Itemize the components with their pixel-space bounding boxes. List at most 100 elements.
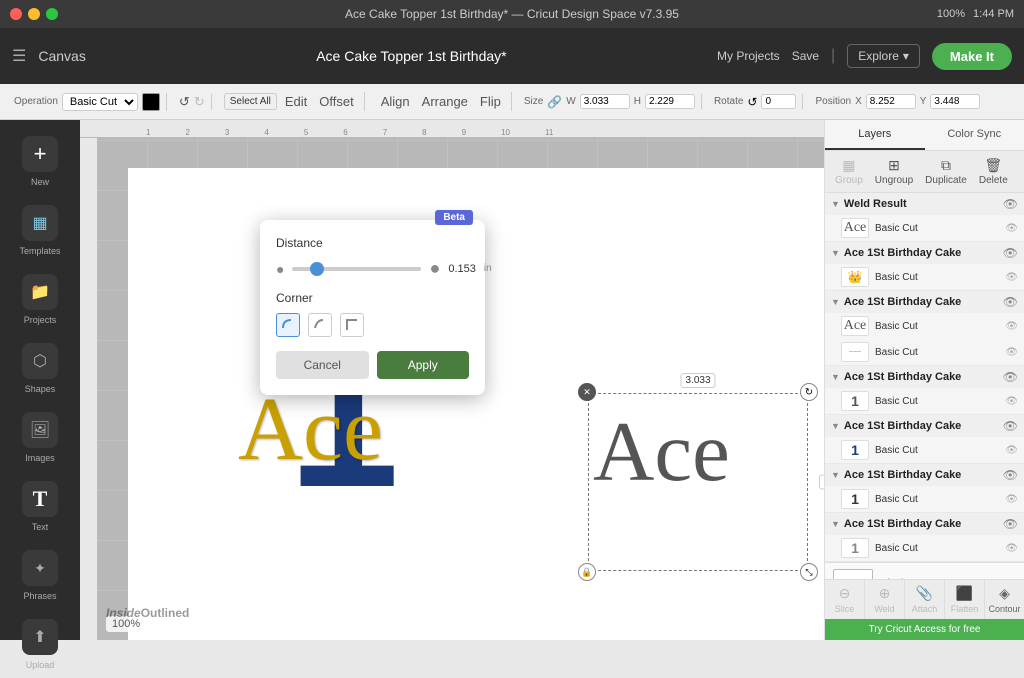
apply-button[interactable]: Apply [377, 351, 470, 379]
item-visibility-icon[interactable]: 👁 [1005, 347, 1018, 358]
dock-item-projects[interactable]: 📁 Projects [5, 266, 75, 333]
item-visibility-icon[interactable]: 👁 [1005, 543, 1018, 554]
handle-scale[interactable]: ⤡ [800, 563, 818, 581]
canvas-nav-label[interactable]: Canvas [38, 48, 85, 64]
layer-group-header-weld[interactable]: ▼ Weld Result 👁 [825, 193, 1024, 215]
y-input[interactable] [930, 94, 980, 109]
dock-item-new[interactable]: + New [5, 128, 75, 195]
layer-item[interactable]: 👑 Basic Cut 👁 [825, 264, 1024, 290]
undo-icon[interactable]: ↺ [179, 94, 190, 110]
group-button[interactable]: ▦ Group [831, 155, 867, 188]
layer-item[interactable]: Ace Basic Cut 👁 [825, 215, 1024, 241]
hamburger-menu[interactable]: ☰ [12, 46, 26, 66]
corner-round-button[interactable] [276, 313, 300, 337]
large-circle-icon: ● [429, 258, 440, 279]
item-visibility-icon[interactable]: 👁 [1005, 223, 1018, 234]
dock-item-shapes[interactable]: ⬡ Shapes [5, 335, 75, 402]
layer-item-label: Basic Cut [875, 543, 999, 554]
operation-color-swatch[interactable] [142, 93, 160, 111]
handle-delete[interactable]: ✕ [578, 383, 596, 401]
dock-label-upload: Upload [26, 660, 55, 670]
my-projects-button[interactable]: My Projects [717, 49, 780, 63]
toolbar-right: My Projects Save | Explore ▾ Make It [717, 43, 1012, 70]
layer-item[interactable]: 1 Basic Cut 👁 [825, 388, 1024, 414]
height-input[interactable] [645, 94, 695, 109]
width-input[interactable] [580, 94, 630, 109]
dock-item-text[interactable]: T Text [5, 473, 75, 540]
group-icon: ▦ [842, 157, 855, 174]
layer-item[interactable]: 1 Basic Cut 👁 [825, 486, 1024, 512]
visibility-icon-2[interactable]: 👁 [1003, 246, 1018, 260]
layer-group-header-6[interactable]: ▼ Ace 1St Birthday Cake 👁 [825, 464, 1024, 486]
layer-group-header-3[interactable]: ▼ Ace 1St Birthday Cake 👁 [825, 291, 1024, 313]
lock-proportions-icon[interactable]: 🔗 [547, 95, 562, 109]
item-visibility-icon[interactable]: 👁 [1005, 494, 1018, 505]
corner-straight-button[interactable] [340, 313, 364, 337]
attach-tool[interactable]: 📎 Attach [905, 580, 945, 619]
select-all-button[interactable]: Select All [224, 93, 277, 110]
layer-item[interactable]: 1 Basic Cut 👁 [825, 437, 1024, 463]
rotate-input[interactable] [761, 94, 796, 109]
visibility-icon-6[interactable]: 👁 [1003, 468, 1018, 482]
dock-item-templates[interactable]: ▦ Templates [5, 197, 75, 264]
canvas-area[interactable]: 12 34 56 78 910 11 1 Ace [80, 120, 824, 640]
slice-tool[interactable]: ⊖ Slice [825, 580, 865, 619]
visibility-icon-4[interactable]: 👁 [1003, 370, 1018, 384]
item-visibility-icon[interactable]: 👁 [1005, 396, 1018, 407]
design-element-selected[interactable]: ✕ ↻ 🔒 ⤡ 3.033 2.229 Ace [588, 393, 808, 571]
minimize-button[interactable] [28, 8, 40, 20]
make-it-button[interactable]: Make It [932, 43, 1012, 70]
item-visibility-icon[interactable]: 👁 [1005, 321, 1018, 332]
item-visibility-icon[interactable]: 👁 [1005, 272, 1018, 283]
corner-smooth-button[interactable] [308, 313, 332, 337]
cancel-button[interactable]: Cancel [276, 351, 369, 379]
dock-item-phrases[interactable]: ✦ Phrases [5, 542, 75, 609]
align-button[interactable]: Align [377, 92, 414, 111]
left-dock: + New ▦ Templates 📁 Projects ⬡ Shapes 🖼 … [0, 120, 80, 640]
handle-rotate[interactable]: ↻ [800, 383, 818, 401]
group-name-weld: Weld Result [844, 198, 999, 210]
traffic-lights[interactable] [10, 8, 58, 20]
secondary-toolbar: Operation Basic Cut ↺ ↻ Select All Edit … [0, 84, 1024, 120]
delete-button[interactable]: 🗑 Delete [975, 155, 1012, 188]
explore-button[interactable]: Explore ▾ [847, 44, 920, 68]
tab-color-sync[interactable]: Color Sync [925, 120, 1024, 150]
layer-group-header-2[interactable]: ▼ Ace 1St Birthday Cake 👁 [825, 242, 1024, 264]
flatten-tool[interactable]: ⬛ Flatten [945, 580, 985, 619]
visibility-icon-7[interactable]: 👁 [1003, 517, 1018, 531]
save-button[interactable]: Save [792, 49, 819, 63]
close-button[interactable] [10, 8, 22, 20]
dock-label-new: New [31, 177, 49, 187]
ungroup-button[interactable]: ⊞ Ungroup [871, 155, 917, 188]
item-visibility-icon[interactable]: 👁 [1005, 445, 1018, 456]
flip-button[interactable]: Flip [476, 92, 505, 111]
layer-item[interactable]: Ace Basic Cut 👁 [825, 313, 1024, 339]
offset-button[interactable]: Offset [315, 92, 357, 111]
visibility-icon-5[interactable]: 👁 [1003, 419, 1018, 433]
position-group: Position X Y [809, 94, 986, 109]
layer-group-header-4[interactable]: ▼ Ace 1St Birthday Cake 👁 [825, 366, 1024, 388]
distance-slider[interactable] [292, 267, 421, 271]
dock-item-upload[interactable]: ⬆ Upload [5, 611, 75, 678]
corner-options [276, 313, 469, 337]
operation-select[interactable]: Basic Cut [62, 93, 138, 111]
contour-tool[interactable]: ◈ Contour [985, 580, 1024, 619]
duplicate-button[interactable]: ⧉ Duplicate [921, 155, 971, 188]
tab-layers[interactable]: Layers [825, 120, 925, 150]
edit-button[interactable]: Edit [281, 92, 311, 111]
layer-item[interactable]: ~~~ Basic Cut 👁 [825, 339, 1024, 365]
maximize-button[interactable] [46, 8, 58, 20]
dock-item-images[interactable]: 🖼 Images [5, 404, 75, 471]
weld-tool[interactable]: ⊕ Weld [865, 580, 905, 619]
visibility-icon-weld[interactable]: 👁 [1003, 197, 1018, 211]
redo-icon[interactable]: ↻ [194, 94, 205, 110]
arrange-button[interactable]: Arrange [418, 92, 472, 111]
x-input[interactable] [866, 94, 916, 109]
blank-canvas-row[interactable]: Blank Canvas [825, 562, 1024, 579]
layer-group-header-5[interactable]: ▼ Ace 1St Birthday Cake 👁 [825, 415, 1024, 437]
layer-group-header-7[interactable]: ▼ Ace 1St Birthday Cake 👁 [825, 513, 1024, 535]
layer-item[interactable]: 1 Basic Cut 👁 [825, 535, 1024, 561]
handle-lock[interactable]: 🔒 [578, 563, 596, 581]
visibility-icon-3[interactable]: 👁 [1003, 295, 1018, 309]
cricut-promo-banner[interactable]: Try Cricut Access for free [825, 619, 1024, 640]
